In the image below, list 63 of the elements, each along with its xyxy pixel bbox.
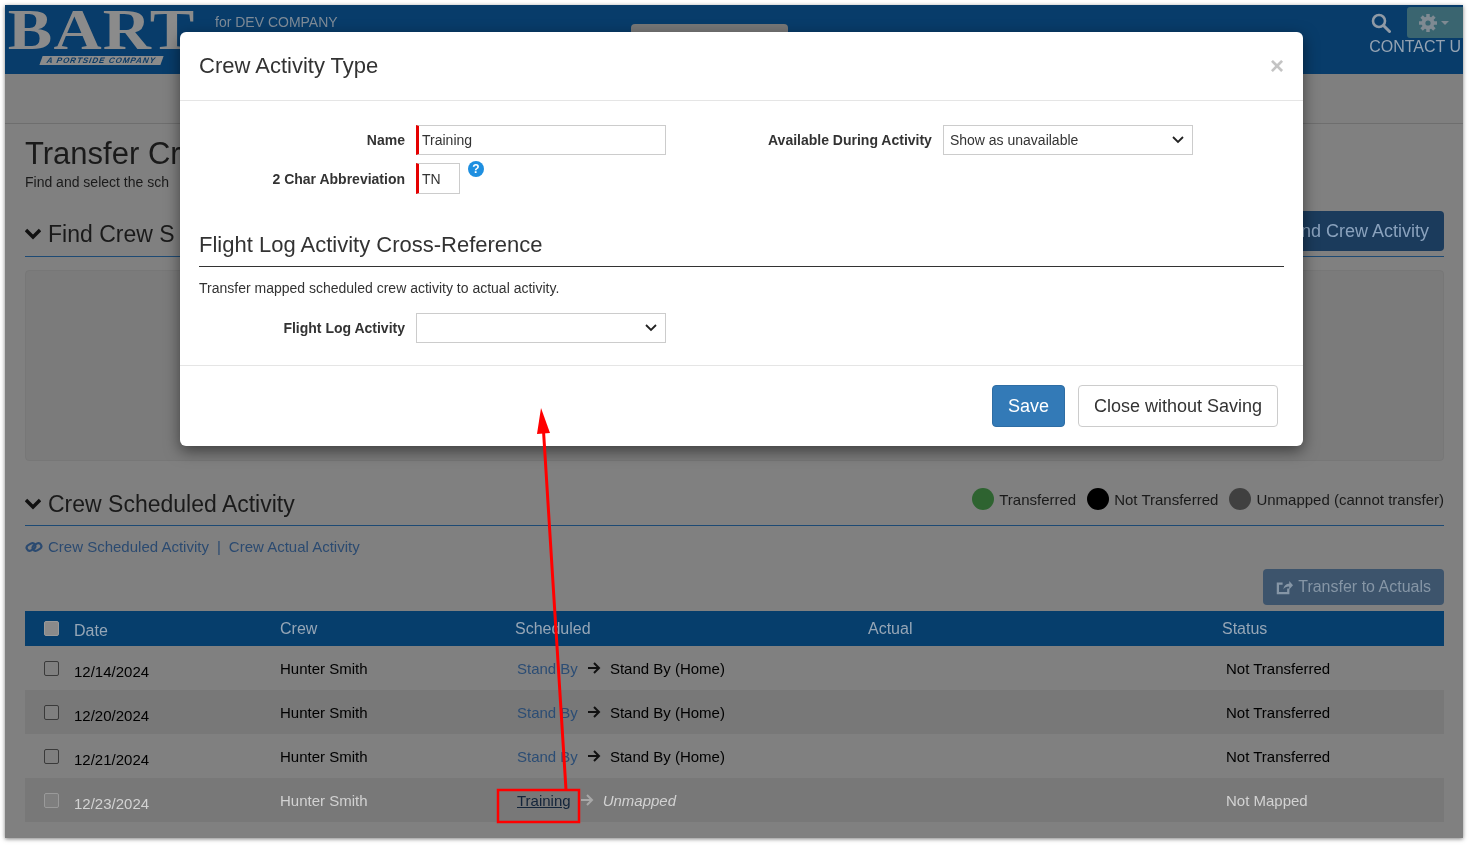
arrow-icon [586,662,601,674]
link-icon [25,539,43,554]
save-button[interactable]: Save [991,385,1065,427]
column-header[interactable]: Crew [280,619,515,638]
search-icon[interactable] [1371,12,1391,33]
abbreviation-field[interactable]: TN [416,163,460,194]
row-checkbox[interactable] [44,704,59,720]
status-cell: Not Mapped [1226,791,1308,809]
table-row[interactable]: 12/14/2024 Hunter Smith Stand By Stand By (Home) Not Transferred [25,646,1444,690]
name-field[interactable]: Training [416,125,666,155]
section-toggle[interactable]: Find Crew S [25,220,175,248]
section-link[interactable]: Crew Scheduled Activity [48,538,209,555]
page-subtitle: Find and select the sch [25,174,169,190]
share-icon [1276,578,1294,596]
row-checkbox[interactable] [44,660,59,676]
arrow-icon [586,706,601,718]
link-separator: | [216,538,221,555]
select-all-checkbox[interactable] [44,621,59,636]
section-link[interactable]: Crew Actual Activity [228,538,360,555]
flight-log-dropdown[interactable] [416,313,666,343]
crew-cell: Hunter Smith [280,791,368,809]
field-label: Flight Log Activity [282,320,405,336]
field-label: Name [365,132,405,148]
legend-label: Unmapped (cannot transfer) [1256,490,1444,508]
status-cell: Not Transferred [1226,703,1331,721]
field-label: Available During Activity [768,132,932,148]
crew-cell: Hunter Smith [280,703,368,721]
field-label: 2 Char Abbreviation [271,170,405,187]
section-title: Flight Log Activity Cross-Reference [199,230,1284,267]
date-cell: 12/14/2024 [74,662,150,680]
mapped-activity: Stand By (Home) [609,659,725,677]
gear-icon [1418,12,1452,33]
help-icon[interactable]: ? [468,161,484,177]
crew-cell: Hunter Smith [280,659,368,677]
availability-dropdown[interactable]: Show as unavailable [942,125,1193,155]
date-cell: 12/21/2024 [74,750,150,768]
chevron-icon [645,324,657,332]
legend-label: Not Transferred [1114,490,1219,508]
mapped-activity: Unmapped [602,791,677,809]
contact-link[interactable]: CONTACT U [1369,38,1463,56]
settings-button[interactable] [1407,7,1463,38]
section-description: Transfer mapped scheduled crew activity to actual activity. [199,280,561,296]
legend-label: Transferred [999,490,1077,508]
column-header[interactable]: Date [74,622,280,640]
close-button[interactable]: Close without Saving [1077,385,1278,427]
company-name: for DEV COMPANY [215,14,338,30]
page-title: Transfer Cr [25,137,181,171]
row-checkbox[interactable] [44,748,59,764]
column-header[interactable]: Status [1222,619,1444,638]
activity-link[interactable]: Stand By [517,659,578,677]
date-cell: 12/20/2024 [74,706,150,724]
column-header[interactable]: Actual [868,619,1222,638]
section-title: Find Crew S [48,220,175,248]
status-cell: Not Transferred [1226,747,1331,765]
status-cell: Not Transferred [1226,659,1331,677]
mapped-activity: Stand By (Home) [609,703,725,721]
crew-cell: Hunter Smith [280,747,368,765]
dialog-title: Crew Activity Type [199,53,379,79]
chevron-icon [1171,136,1184,144]
mapped-activity: Stand By (Home) [609,747,725,765]
arrow-icon [579,794,594,806]
date-cell: 12/23/2024 [74,794,150,812]
arrow-icon [586,750,601,762]
